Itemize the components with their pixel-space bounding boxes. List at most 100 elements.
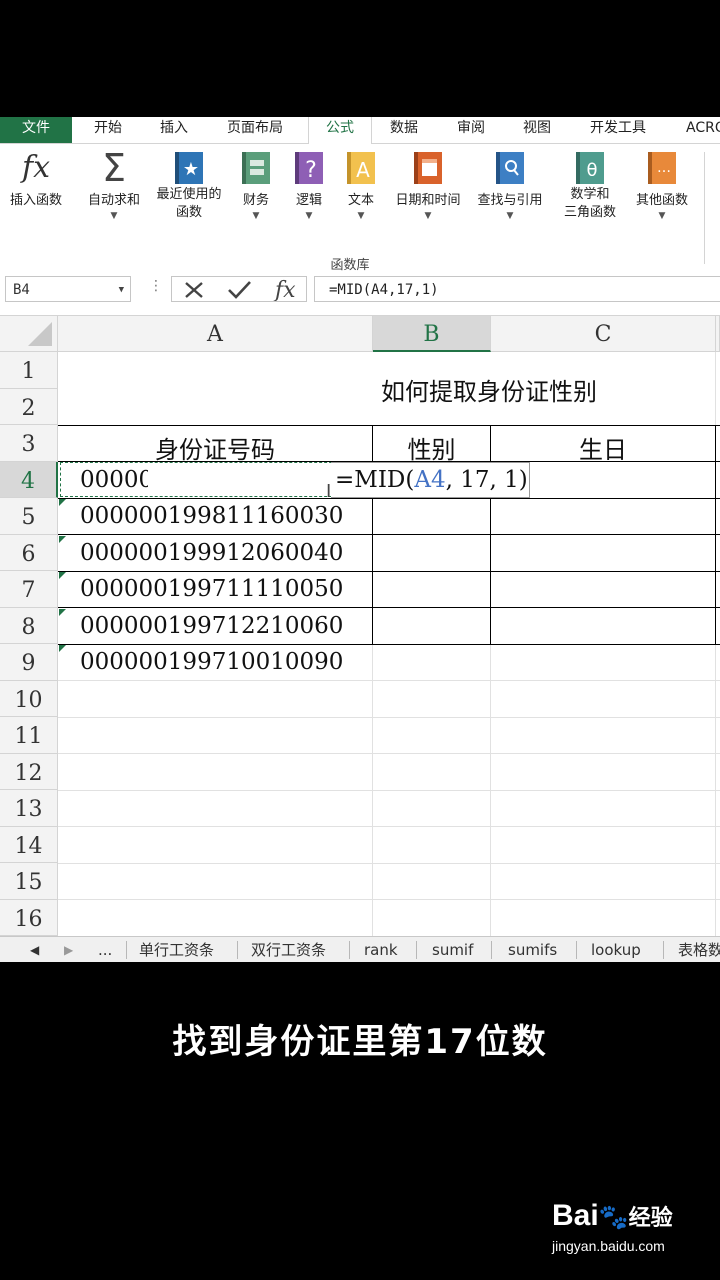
column-header-d[interactable] [716,316,720,352]
sheet-tab-double-payslip[interactable]: 双行工资条 [251,937,326,962]
svg-text:?: ? [305,158,317,183]
header-gender[interactable]: 性别 [373,430,490,465]
tab-page-layout[interactable]: 页面布局 [227,117,283,143]
date-time-button[interactable]: 日期和时间 ▼ [388,150,468,222]
scroll-left-icon[interactable]: ◀ [30,937,39,962]
more-book-icon: … [645,150,679,186]
row-header-11[interactable]: 11 [0,717,58,754]
math-trig-button[interactable]: θ 数学和 三角函数 [552,150,628,222]
lookup-reference-button[interactable]: 查找与引用 ▼ [470,150,550,222]
financial-button[interactable]: 财务 ▼ [236,150,276,222]
header-birthday[interactable]: 生日 [491,430,715,465]
gridline [58,899,720,900]
row-header-16[interactable]: 16 [0,900,58,936]
id-cell-a9[interactable]: 000000199710010090 [80,649,343,675]
column-header-c[interactable]: C [491,316,716,352]
tab-home[interactable]: 开始 [94,117,122,143]
formula-input[interactable]: =MID(A4,17,1) [314,276,720,302]
sheet-tab-rank[interactable]: rank [364,937,398,962]
id-cell-a5[interactable]: 000000199811160030 [80,503,343,529]
select-all-corner[interactable] [0,316,58,352]
error-indicator [59,572,66,579]
more-functions-label: 其他函数 [635,193,688,208]
svg-text:★: ★ [183,159,199,180]
formula-bar-grip-icon: ⋮ [149,278,163,294]
id-cell-a8[interactable]: 000000199712210060 [80,613,343,639]
more-sheets-button[interactable]: ... [98,937,112,962]
excel-window: 文件 开始 插入 页面布局 公式 数据 审阅 视图 开发工具 ACRO fx 插… [0,117,720,962]
tab-divider [576,941,577,959]
column-header-b[interactable]: B [373,316,491,352]
cancel-icon[interactable] [185,282,203,298]
tab-review[interactable]: 审阅 [457,117,485,143]
tab-developer[interactable]: 开发工具 [590,117,646,143]
row-header-4[interactable]: 4 [0,462,58,498]
row-header-6[interactable]: 6 [0,535,58,571]
more-functions-button[interactable]: … 其他函数 ▼ [628,150,696,222]
worksheet-grid[interactable]: A B C 1 2 3 4 5 6 7 8 9 10 11 12 13 14 1… [0,316,720,936]
header-id-number[interactable]: 身份证号码 [58,430,372,465]
row-header-9[interactable]: 9 [0,644,58,681]
row-header-14[interactable]: 14 [0,827,58,863]
row-header-5[interactable]: 5 [0,498,58,535]
row-header-15[interactable]: 15 [0,863,58,900]
video-caption: 找到身份证里第17位数 [172,1022,548,1062]
row-header-2[interactable]: 2 [0,389,58,425]
enter-check-icon[interactable] [228,281,251,299]
sheet-tab-table[interactable]: 表格数 [678,937,720,962]
row-header-8[interactable]: 8 [0,608,58,644]
logical-label: 逻辑 [295,193,322,208]
sheet-tab-lookup[interactable]: lookup [591,937,641,962]
sheet-tab-sumif[interactable]: sumif [432,937,473,962]
name-box[interactable]: B4 ▼ [5,276,131,302]
gridline [372,644,373,936]
text-button[interactable]: A 文本 ▼ [341,150,381,222]
sheet-tab-single-payslip[interactable]: 单行工资条 [139,937,214,962]
autosum-label: 自动求和 [87,193,140,208]
logical-button[interactable]: ? 逻辑 ▼ [289,150,329,222]
fx-icon: fx [21,150,51,185]
row-header-3[interactable]: 3 [0,425,58,462]
tab-insert[interactable]: 插入 [160,117,188,143]
row-header-7[interactable]: 7 [0,571,58,608]
svg-text:A: A [356,158,370,182]
tab-acrobat[interactable]: ACRO [686,117,720,143]
table-border [58,644,720,645]
id-cell-a4[interactable]: 00000 [80,467,148,493]
svg-text:…: … [657,160,671,176]
formula-ref: A4 [414,467,446,493]
insert-function-fx-icon[interactable]: fx [273,278,296,301]
row-header-1[interactable]: 1 [0,352,58,389]
scroll-right-icon[interactable]: ▶ [64,937,73,962]
table-border [58,607,720,608]
sheet-tab-sumifs[interactable]: sumifs [508,937,557,962]
paw-icon: 🐾 [598,1204,629,1231]
row-header-13[interactable]: 13 [0,790,58,827]
column-header-a[interactable]: A [58,316,373,352]
table-border [58,534,720,535]
tab-divider [663,941,664,959]
tab-file[interactable]: 文件 [0,117,72,143]
row-header-12[interactable]: 12 [0,754,58,790]
name-box-value: B4 [13,282,30,298]
tab-formulas[interactable]: 公式 [308,117,372,146]
row-header-10[interactable]: 10 [0,681,58,717]
id-cell-a7[interactable]: 000000199711110050 [80,576,343,602]
function-library-label: 函数库 [330,258,370,273]
tab-data[interactable]: 数据 [390,117,418,143]
date-time-label: 日期和时间 [395,193,461,208]
finance-book-icon [239,150,273,186]
recently-used-button[interactable]: ★ 最近使用的 函数 [150,150,228,222]
ribbon-divider [704,152,705,264]
tab-divider [491,941,492,959]
svg-text:θ: θ [586,160,597,181]
tab-view[interactable]: 视图 [523,117,551,143]
title-cell[interactable]: 如何提取身份证性别 [381,372,597,407]
autosum-button[interactable]: Σ 自动求和 ▼ [82,149,146,222]
gridline [58,753,720,754]
id-cell-a6[interactable]: 000000199912060040 [80,540,343,566]
recently-used-label-2: 函数 [175,205,202,220]
cell-b4-formula[interactable]: =MID(A4, 17, 1) [335,467,528,493]
insert-function-button[interactable]: fx 插入函数 [4,150,68,210]
lookup-reference-label: 查找与引用 [477,193,543,208]
